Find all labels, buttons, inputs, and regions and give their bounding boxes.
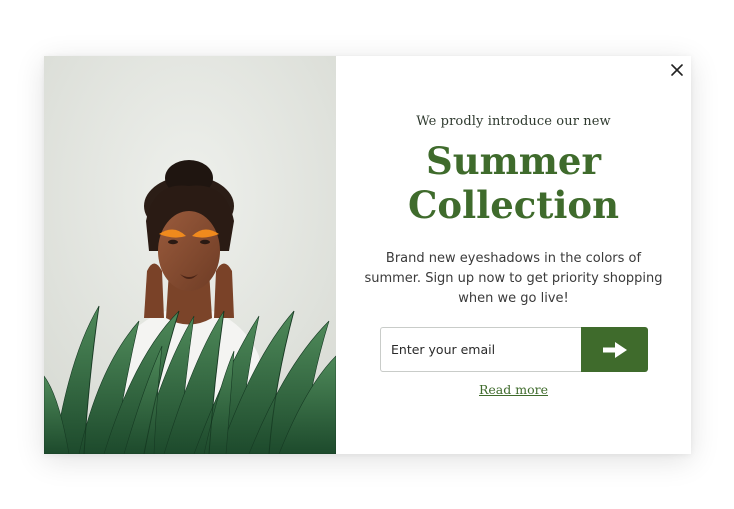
description: Brand new eyeshadows in the colors of su…: [364, 251, 663, 306]
submit-button[interactable]: [581, 327, 648, 372]
signup-form: [380, 327, 648, 372]
close-button[interactable]: [668, 61, 686, 79]
read-more-link[interactable]: Read more: [336, 382, 691, 397]
headline-line-2: Collection: [407, 183, 620, 227]
close-icon: [671, 64, 683, 76]
headline: Summer Collection: [336, 139, 691, 227]
arrow-right-icon: [602, 341, 627, 358]
email-input[interactable]: [380, 327, 581, 372]
headline-line-1: Summer: [426, 139, 601, 183]
modal-content: We prodly introduce our new Summer Colle…: [336, 56, 691, 454]
hero-photo: [44, 56, 336, 454]
woman-with-palm-leaves-illustration: [44, 56, 336, 454]
signup-modal: We prodly introduce our new Summer Colle…: [44, 56, 691, 454]
kicker-text: We prodly introduce our new: [416, 114, 611, 129]
